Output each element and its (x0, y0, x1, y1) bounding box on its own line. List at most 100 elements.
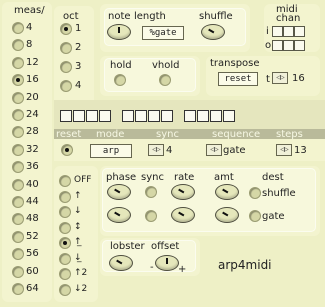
lfo1-sync-toggle[interactable] (146, 187, 156, 197)
step-box[interactable] (122, 110, 134, 122)
lfo2-sync-toggle[interactable] (146, 211, 156, 221)
direction-option-label: ↑̲ (74, 237, 82, 247)
step-box[interactable] (148, 110, 160, 122)
step-box[interactable] (135, 110, 147, 122)
lfo1-phase-knob[interactable] (108, 185, 130, 199)
direction-option-label: ↓2 (74, 283, 88, 294)
direction-option[interactable] (60, 269, 70, 279)
step-box[interactable] (210, 110, 222, 122)
steps-value: 13 (294, 145, 307, 156)
lobster-label: lobster (110, 241, 145, 252)
mode-selector[interactable]: arp (90, 144, 132, 158)
direction-option[interactable] (60, 238, 70, 248)
oct-title: oct (63, 11, 79, 22)
meas-option-20[interactable] (13, 92, 23, 103)
direction-option[interactable] (60, 253, 70, 264)
meas-option-label: 44 (26, 196, 39, 207)
meas-option-44[interactable] (13, 197, 23, 207)
knob-pointer (222, 211, 229, 217)
knob-pointer (116, 259, 123, 265)
direction-option[interactable] (60, 284, 70, 295)
direction-option[interactable] (60, 176, 70, 186)
step-box[interactable] (73, 110, 85, 122)
sync-stepper[interactable]: ◁▷ (148, 144, 164, 156)
note-knob[interactable] (108, 25, 130, 39)
oct-option-label: 2 (75, 42, 82, 53)
offset-plus: + (178, 264, 187, 275)
step-box[interactable] (99, 110, 111, 122)
shuffle-knob[interactable] (202, 25, 224, 39)
meas-option-64[interactable] (13, 284, 23, 294)
lfo1-rate-knob[interactable] (172, 185, 194, 199)
meas-option-32[interactable] (13, 144, 23, 155)
midi-out-box-2[interactable] (283, 40, 294, 51)
direction-option[interactable] (60, 191, 70, 202)
midi-out-box-1[interactable] (272, 40, 283, 51)
midi-in-box-1[interactable] (272, 26, 283, 37)
brand-name: arp4midi (218, 258, 272, 272)
meas-option-4[interactable] (13, 23, 23, 33)
hold-toggle[interactable] (115, 75, 125, 85)
transpose-stepper[interactable]: ◁▷ (272, 72, 288, 84)
step-box[interactable] (197, 110, 209, 122)
meas-option-label: 20 (26, 91, 39, 103)
meas-option-40[interactable] (13, 179, 23, 190)
knob-pointer (166, 258, 168, 264)
direction-option-label: ↑ (74, 190, 82, 201)
meas-option-label: 36 (26, 161, 39, 173)
lfo-phase-label: phase (106, 172, 137, 183)
midi-in-box-2[interactable] (283, 26, 294, 37)
meas-option-label: 60 (26, 265, 39, 277)
step-box[interactable] (223, 110, 235, 122)
step-box[interactable] (86, 110, 98, 122)
direction-option[interactable] (60, 207, 70, 217)
offset-knob[interactable] (156, 256, 178, 270)
shuffle-knob-pointer (208, 28, 215, 34)
direction-panel (54, 166, 98, 302)
step-box[interactable] (161, 110, 173, 122)
chan-label: chan (276, 13, 301, 24)
note-label: note (108, 11, 131, 22)
meas-option-52[interactable] (13, 231, 23, 242)
lfo2-amt-knob[interactable] (216, 208, 238, 222)
oct-option-1[interactable] (61, 24, 71, 34)
length-field[interactable]: %gate (142, 26, 184, 40)
lfo2-phase-knob[interactable] (108, 208, 130, 222)
lfo2-dest-toggle[interactable] (250, 211, 260, 221)
meas-option-label: 52 (26, 230, 39, 242)
lfo1-dest-toggle[interactable] (250, 188, 260, 198)
lobster-knob[interactable] (110, 256, 132, 270)
knob-pointer (114, 188, 121, 194)
step-box[interactable] (184, 110, 196, 122)
oct-option-3[interactable] (61, 62, 71, 72)
reset-button[interactable] (62, 145, 72, 155)
direction-option-label: OFF (74, 175, 92, 185)
oct-option-2[interactable] (61, 43, 71, 53)
vhold-toggle[interactable] (160, 75, 170, 85)
note-knob-pointer (118, 27, 120, 33)
direction-option-label: ↕ (74, 221, 82, 232)
offset-minus: - (150, 262, 154, 273)
direction-option[interactable] (60, 222, 70, 233)
meas-option-label: 24 (26, 109, 39, 120)
step-box[interactable] (60, 110, 72, 122)
midi-out-box-3[interactable] (294, 40, 305, 51)
midi-in-box-3[interactable] (294, 26, 305, 37)
meas-option-label: 56 (26, 248, 39, 260)
oct-option-4[interactable] (61, 81, 71, 91)
shuffle-label: shuffle (199, 11, 233, 22)
sequence-stepper[interactable]: ◁▷ (206, 144, 222, 156)
transpose-label: transpose (210, 58, 260, 69)
meas-option-label: 48 (26, 213, 39, 225)
transpose-reset-button[interactable]: reset (218, 72, 258, 86)
meas-option-24[interactable] (13, 110, 23, 120)
meas-option-60[interactable] (13, 266, 23, 277)
direction-option-label: ↓̲ (74, 252, 82, 263)
lfo2-rate-knob[interactable] (172, 208, 194, 222)
steps-stepper[interactable]: ◁▷ (276, 144, 292, 156)
dest-shuffle-label: shuffle (262, 188, 296, 199)
lfo-dest-label: dest (262, 172, 284, 183)
meas-option-12[interactable] (13, 57, 23, 68)
lfo1-amt-knob[interactable] (216, 185, 238, 199)
oct-option-label: 3 (75, 61, 82, 72)
